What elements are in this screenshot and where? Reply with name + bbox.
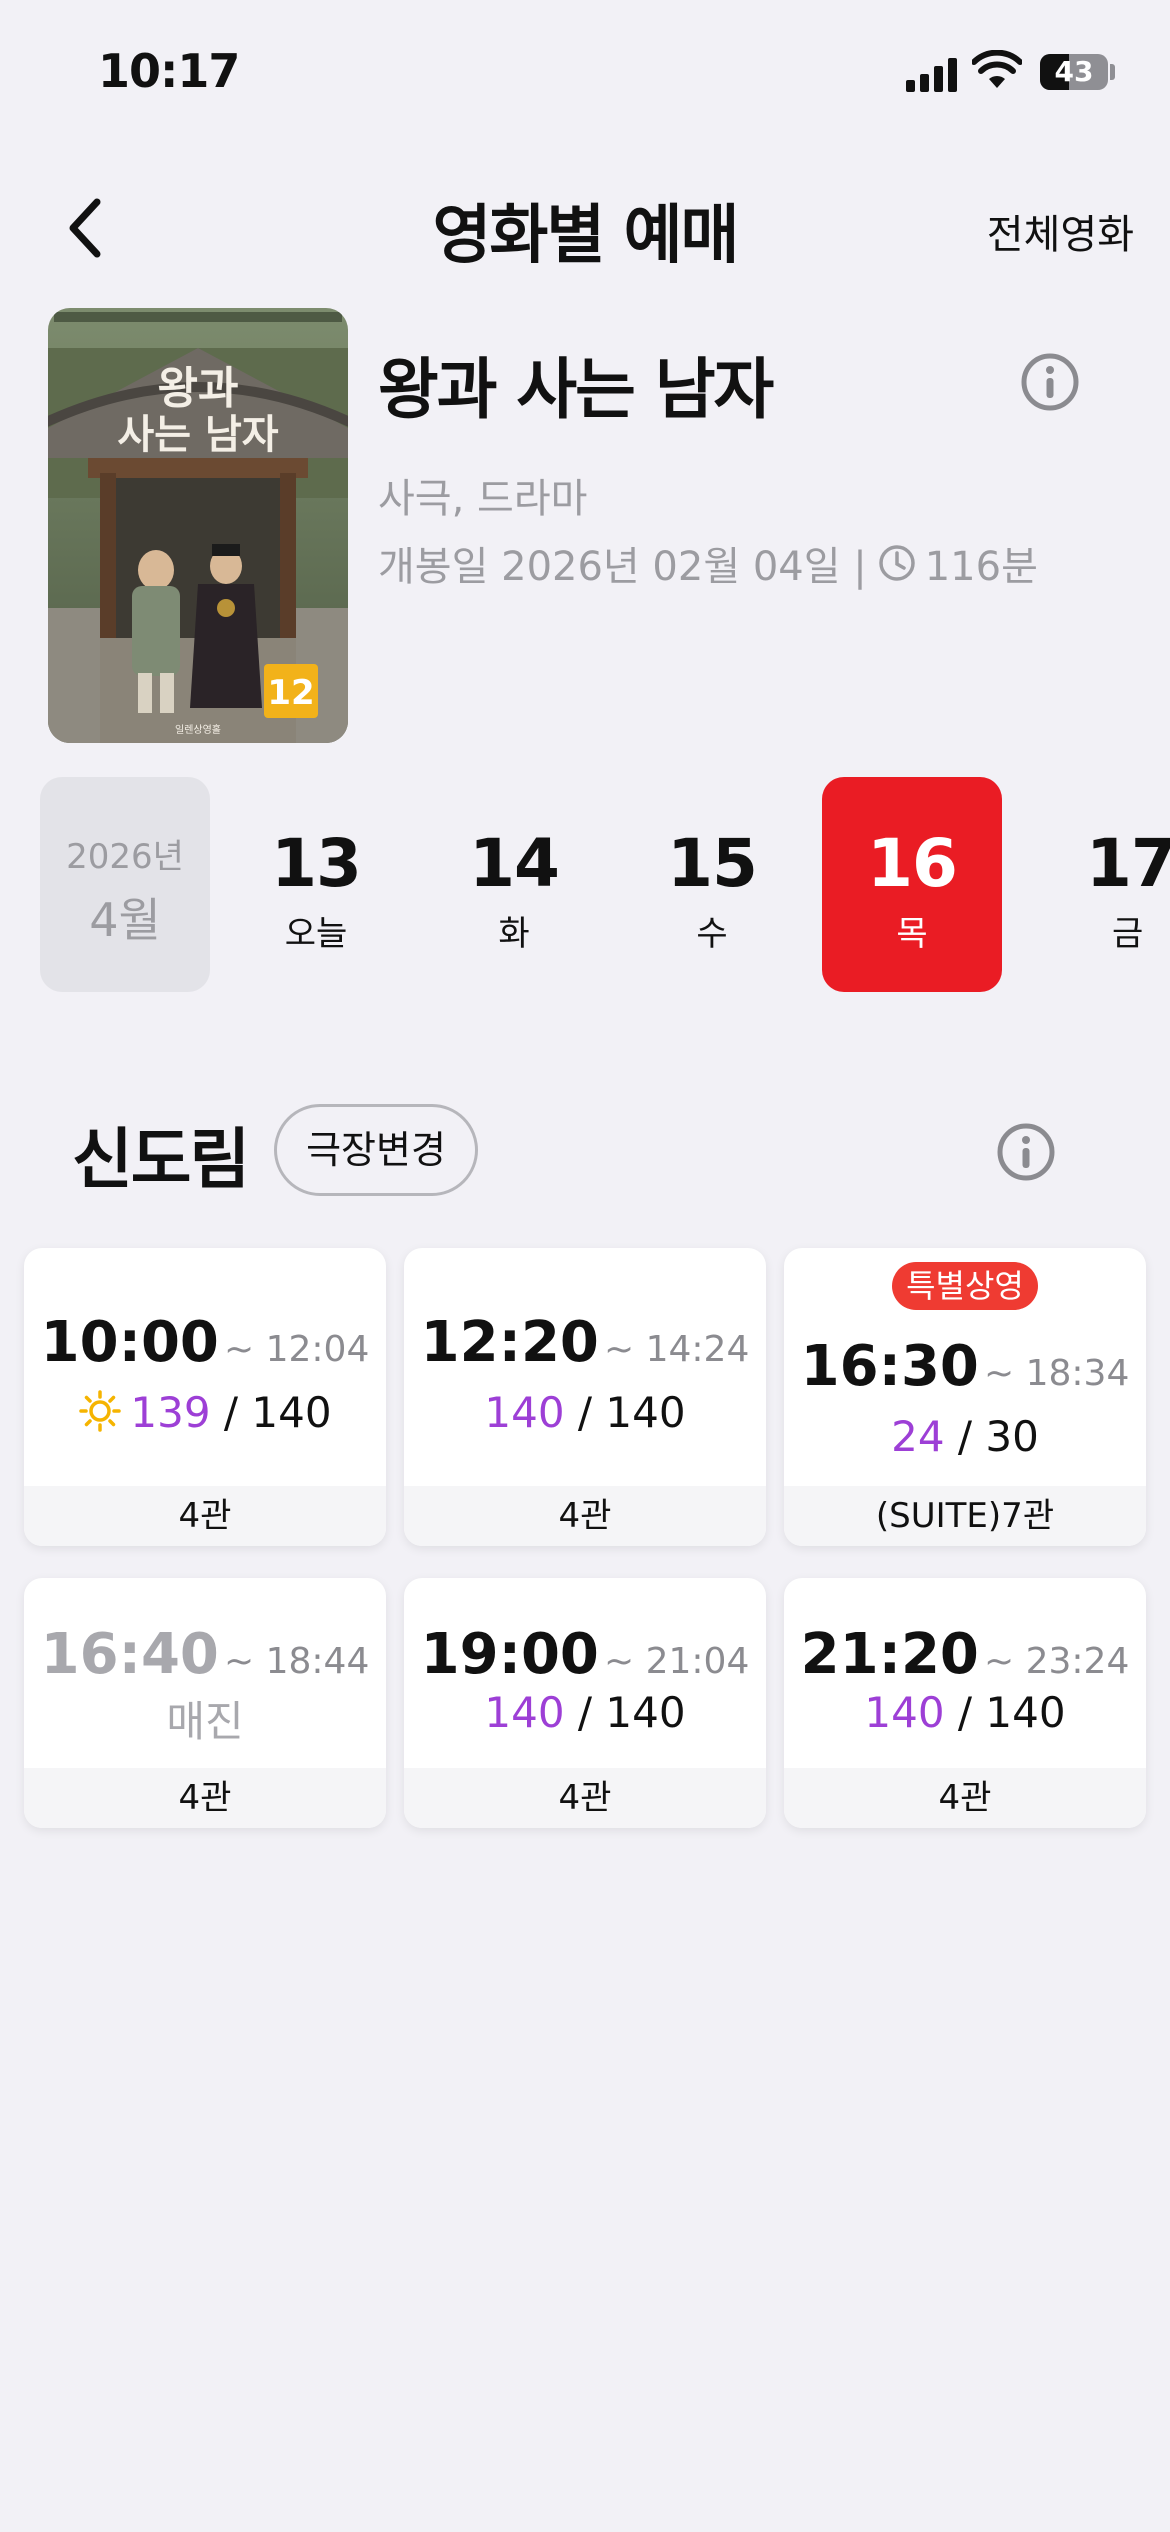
seat-count: 24 / 30 [784, 1412, 1146, 1461]
showtime-card[interactable]: 12:20 ~ 14:24 140 / 140 4관 [404, 1248, 766, 1546]
available-seats: 140 [864, 1688, 945, 1737]
end-time: ~ 23:24 [984, 1641, 1130, 1682]
wifi-icon [972, 50, 1022, 88]
showtime-times: 10:00 ~ 12:04 [24, 1310, 386, 1375]
svg-text:사는 남자: 사는 남자 [117, 411, 278, 458]
seat-count: 139 / 140 [24, 1388, 386, 1437]
showtime-card[interactable]: 10:00 ~ 12:04 139 / 140 4관 [24, 1248, 386, 1546]
end-time: ~ 21:04 [604, 1641, 750, 1682]
total-seats: / 140 [577, 1388, 686, 1437]
status-bar: 10:17 43 [0, 0, 1170, 130]
total-seats: / 140 [577, 1688, 686, 1737]
showtime-times: 19:00 ~ 21:04 [404, 1622, 766, 1687]
start-time: 10:00 [40, 1310, 219, 1375]
battery-icon: 43 [1040, 54, 1108, 90]
showtime-card-sold-out: 16:40 ~ 18:44 매진 4관 [24, 1578, 386, 1828]
date-weekday: 화 [498, 914, 530, 954]
month-indicator: 2026년 4월 [40, 777, 210, 992]
movie-title: 왕과 사는 남자 [378, 351, 774, 428]
hall-label: 4관 [24, 1768, 386, 1828]
end-time: ~ 18:44 [224, 1641, 370, 1682]
sun-icon [79, 1390, 122, 1432]
start-time: 21:20 [800, 1622, 979, 1687]
date-number: 14 [469, 825, 560, 902]
all-movies-button[interactable]: 전체영화 [987, 202, 1134, 260]
available-seats: 140 [484, 1388, 565, 1437]
showtime-card[interactable]: 19:00 ~ 21:04 140 / 140 4관 [404, 1578, 766, 1828]
release-date: 개봉일 2026년 02월 04일 | [378, 544, 867, 590]
date-item[interactable]: 17 금 [1020, 777, 1170, 992]
available-seats: 139 [130, 1388, 211, 1437]
date-weekday: 오늘 [284, 914, 348, 954]
seat-count: 140 / 140 [784, 1688, 1146, 1737]
available-seats: 140 [484, 1688, 565, 1737]
hall-label: 4관 [784, 1768, 1146, 1828]
start-time: 19:00 [420, 1622, 599, 1687]
total-seats: / 30 [957, 1412, 1039, 1461]
showtime-times: 21:20 ~ 23:24 [784, 1622, 1146, 1687]
nav-bar: 영화별 예매 전체영화 [0, 170, 1170, 280]
total-seats: / 140 [957, 1688, 1066, 1737]
movie-info-button[interactable] [1020, 352, 1080, 412]
total-seats: / 140 [223, 1388, 332, 1437]
signal-icon [906, 56, 958, 92]
date-weekday: 목 [896, 914, 928, 954]
date-item[interactable]: 15 수 [622, 777, 802, 992]
showtime-times: 16:40 ~ 18:44 [24, 1622, 386, 1687]
change-theater-button[interactable]: 극장변경 [274, 1104, 478, 1196]
sold-out-label: 매진 [166, 1697, 244, 1746]
info-icon [1021, 353, 1079, 411]
battery-tip [1110, 64, 1115, 80]
available-seats: 24 [891, 1412, 945, 1461]
movie-genre: 사극, 드라마 [378, 476, 588, 522]
theater-info-button[interactable] [996, 1122, 1056, 1182]
date-number: 13 [271, 825, 362, 902]
date-item[interactable]: 14 화 [424, 777, 604, 992]
battery-level: 43 [1054, 55, 1094, 88]
theater-name: 신도림 [72, 1121, 250, 1198]
svg-text:왕과: 왕과 [158, 363, 239, 414]
clock-icon [878, 545, 915, 581]
end-time: ~ 12:04 [224, 1329, 370, 1370]
svg-text:12: 12 [267, 673, 314, 713]
info-icon [997, 1123, 1055, 1181]
movie-release-info: 개봉일 2026년 02월 04일 | 116분 [378, 534, 1038, 592]
seat-count: 140 / 140 [404, 1688, 766, 1737]
hall-label: 4관 [404, 1768, 766, 1828]
date-item[interactable]: 13 오늘 [226, 777, 406, 992]
start-time: 16:30 [800, 1334, 979, 1399]
status-time: 10:17 [98, 44, 240, 98]
start-time: 12:20 [420, 1310, 599, 1375]
date-item-selected[interactable]: 16 목 [822, 777, 1002, 992]
date-number: 15 [667, 825, 758, 902]
showtime-card[interactable]: 특별상영 16:30 ~ 18:34 24 / 30 (SUITE)7관 [784, 1248, 1146, 1546]
end-time: ~ 14:24 [604, 1329, 750, 1370]
showtime-times: 16:30 ~ 18:34 [784, 1334, 1146, 1399]
date-number: 17 [1086, 825, 1170, 902]
hall-label: (SUITE)7관 [784, 1486, 1146, 1546]
date-number: 16 [867, 825, 958, 902]
showtime-times: 12:20 ~ 14:24 [404, 1310, 766, 1375]
showtime-card[interactable]: 21:20 ~ 23:24 140 / 140 4관 [784, 1578, 1146, 1828]
date-weekday: 금 [1112, 914, 1144, 954]
movie-poster[interactable]: 왕과 사는 남자 12 일렌상영홀 [48, 308, 348, 743]
runtime: 116분 [924, 544, 1038, 590]
svg-text:일렌상영홀: 일렌상영홀 [175, 723, 221, 736]
date-weekday: 수 [696, 914, 728, 954]
hall-label: 4관 [404, 1486, 766, 1546]
month-label: 4월 [89, 893, 161, 947]
seat-count: 140 / 140 [404, 1388, 766, 1437]
poster-image: 왕과 사는 남자 12 일렌상영홀 [48, 308, 348, 743]
end-time: ~ 18:34 [984, 1353, 1130, 1394]
hall-label: 4관 [24, 1486, 386, 1546]
start-time: 16:40 [40, 1622, 219, 1687]
year-label: 2026년 [66, 837, 184, 877]
special-screening-badge: 특별상영 [892, 1262, 1038, 1310]
